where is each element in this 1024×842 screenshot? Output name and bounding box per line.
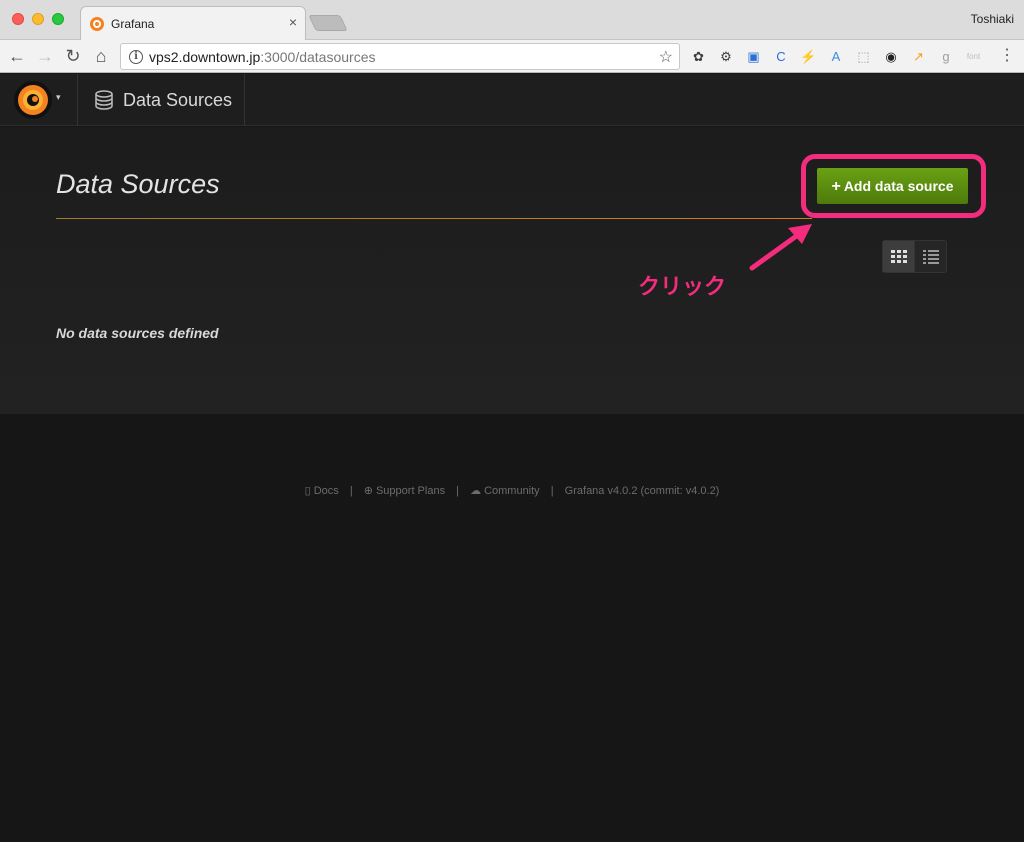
nav-section-data-sources[interactable]: Data Sources [78, 74, 245, 126]
home-button[interactable]: ⌂ [90, 45, 112, 67]
add-data-source-label: Add data source [843, 178, 954, 194]
list-icon [923, 250, 939, 264]
browser-menu-icon[interactable]: ⋮ [999, 45, 1015, 67]
bolt-icon[interactable]: ⚡ [800, 48, 817, 65]
profile-name[interactable]: Toshiaki [971, 12, 1014, 26]
footer-docs-label: Docs [313, 485, 339, 497]
view-toggle [882, 240, 947, 273]
browser-tab-grafana[interactable]: Grafana × [80, 6, 306, 41]
url-host: vps2.downtown.jp [149, 49, 261, 65]
footer-support-link[interactable]: ⊕ Support Plans [364, 485, 445, 497]
minimize-window-button[interactable] [32, 13, 44, 25]
camera-icon[interactable]: ◉ [883, 48, 900, 65]
screenshot-icon[interactable]: ▣ [745, 48, 762, 65]
footer-community-label: Community [484, 485, 540, 497]
page-title: Data Sources [56, 169, 220, 199]
tab-title: Grafana [111, 17, 155, 31]
footer-version: Grafana v4.0.2 (commit: v4.0.2) [564, 485, 720, 497]
support-icon: ⊕ [363, 485, 373, 497]
settings-icon[interactable]: ⚙ [718, 48, 735, 65]
forward-button[interactable]: → [34, 45, 56, 67]
new-tab-button[interactable] [308, 15, 348, 31]
tab-close-icon[interactable]: × [289, 14, 297, 30]
list-view-button[interactable] [915, 241, 947, 272]
footer: ▯ Docs | ⊕ Support Plans | ☁ Community | Gr… [0, 484, 1024, 497]
browser-toolbar: ← → ↻ ⌂ i vps2.downtown.jp:3000/datasour… [0, 40, 1024, 73]
add-data-source-button[interactable]: + Add data source [817, 168, 968, 204]
main-content: Data Sources + Add data source クリック No d… [0, 127, 1024, 414]
url-path: :3000/datasources [260, 49, 376, 65]
grid-icon [891, 250, 907, 263]
c-extension-icon[interactable]: C [773, 48, 790, 65]
footer-community-link[interactable]: ☁ Community [470, 485, 540, 497]
chevron-down-icon: ▾ [56, 92, 61, 102]
grid-view-button[interactable] [883, 241, 915, 272]
comments-icon: ☁ [470, 485, 482, 497]
address-bar[interactable]: i vps2.downtown.jp:3000/datasources ☆ [120, 43, 680, 70]
bookmark-star-icon[interactable]: ☆ [659, 47, 673, 67]
plus-icon: + [831, 178, 841, 195]
empty-state-message: No data sources defined [56, 325, 219, 341]
grafana-menu-button[interactable]: ▾ [0, 74, 78, 126]
annotation-arrow-icon [749, 224, 812, 271]
google-icon[interactable]: g [938, 48, 955, 65]
browser-titlebar: Grafana × Toshiaki [0, 0, 1024, 41]
grafana-favicon-icon [90, 17, 104, 31]
nav-section-title: Data Sources [123, 90, 233, 110]
grafana-logo-icon [14, 81, 52, 119]
footer-separator: | [550, 485, 554, 497]
footer-separator: | [456, 485, 459, 497]
pdf-icon[interactable]: ⬚ [855, 48, 872, 65]
document-icon: ▯ [304, 485, 311, 497]
analytics-icon[interactable]: ↗ [910, 48, 927, 65]
url-text[interactable]: vps2.downtown.jp:3000/datasources [149, 49, 376, 65]
maximize-window-button[interactable] [52, 13, 64, 25]
evernote-icon[interactable]: ✿ [690, 48, 707, 65]
info-icon[interactable]: i [129, 50, 143, 64]
translate-icon[interactable]: A [828, 48, 845, 65]
title-divider [56, 218, 812, 219]
grafana-navbar: ▾ Data Sources [0, 74, 1024, 126]
database-icon [95, 90, 113, 110]
close-window-button[interactable] [12, 13, 24, 25]
footer-separator: | [349, 485, 353, 497]
annotation-click-label: クリック [638, 274, 727, 299]
footer-support-label: Support Plans [375, 485, 446, 497]
font-icon[interactable]: font [965, 48, 982, 65]
reload-button[interactable]: ↻ [62, 45, 84, 67]
back-button[interactable]: ← [6, 45, 28, 67]
footer-docs-link[interactable]: ▯ Docs [305, 485, 339, 497]
